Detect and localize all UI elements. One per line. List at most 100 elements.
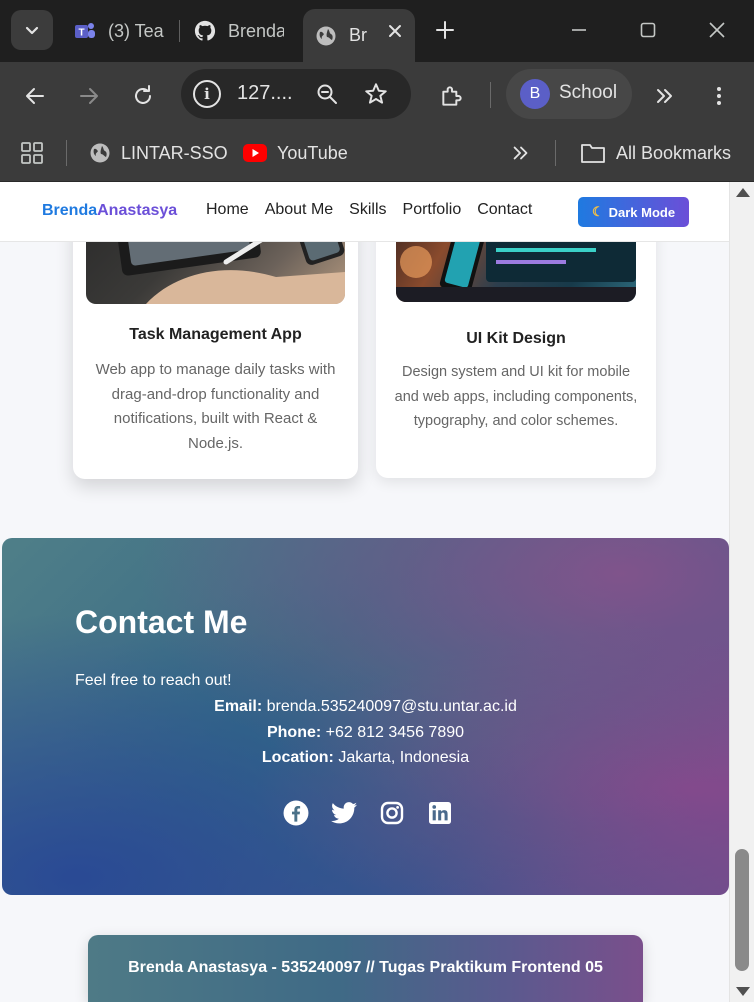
new-tab-icon[interactable] [433,18,457,42]
footer: Brenda Anastasya - 535240097 // Tugas Pr… [88,935,643,1002]
apps-button[interactable] [20,138,44,168]
back-button[interactable] [21,82,49,110]
close-window-icon[interactable] [707,20,727,40]
portfolio-card[interactable]: Task Management App Web app to manage da… [73,202,358,479]
scrollbar-thumb[interactable] [735,849,749,971]
all-bookmarks-button[interactable]: All Bookmarks [580,138,731,168]
scroll-up-arrow-icon[interactable] [736,188,750,197]
youtube-icon [243,144,267,162]
maximize-icon[interactable] [638,20,658,40]
scroll-down-arrow-icon[interactable] [736,987,750,996]
nav-about-me[interactable]: About Me [265,201,333,219]
bookmark-separator [66,140,67,166]
puzzle-icon [442,86,462,106]
arrow-left-icon [26,88,44,104]
contact-section: Contact Me Feel free to reach out! Email… [2,538,729,895]
toolbar-divider [490,82,491,108]
instagram-icon[interactable] [379,800,405,826]
location-label: Location: [261,749,334,766]
bookmark-separator [555,140,556,166]
svg-text:T: T [78,28,84,39]
avatar: B [520,79,550,109]
tab-github[interactable]: Brenda [194,9,284,53]
bookmarks-overflow-button[interactable] [510,138,532,168]
card-title: Task Management App [129,326,302,343]
reload-button[interactable] [129,82,157,110]
teams-icon: T [74,20,96,42]
location-value: Jakarta, Indonesia [338,749,470,766]
bookmark-youtube[interactable]: YouTube [243,138,348,168]
page-scrollbar[interactable] [729,182,754,1002]
nav-contact[interactable]: Contact [477,201,532,219]
profile-label: School [559,82,618,103]
folder-icon [580,142,606,164]
kebab-menu-icon [717,87,721,105]
portfolio-card[interactable]: UI Kit Design Design system and UI kit f… [376,202,656,478]
address-bar[interactable]: i 127.... [181,69,411,119]
bookmark-star-icon[interactable] [363,81,389,107]
card-description: Web app to manage daily tasks with drag-… [95,361,336,452]
contact-phone: Phone: +62 812 3456 7890 [2,724,729,742]
nav-skills[interactable]: Skills [349,201,386,219]
tab-separator [179,20,180,42]
tab-title: (3) Teams [108,20,164,41]
all-bookmarks-label: All Bookmarks [616,142,732,163]
profile-button[interactable]: B School [506,69,632,119]
tab-title: Br [349,25,367,45]
reload-icon [135,85,151,104]
bookmarks-bar: LINTAR-SSO YouTube All Bookmarks [0,128,754,182]
nav-menu: Home About Me Skills Portfolio Contact [206,201,532,219]
email-label: Email: [214,698,263,715]
brand-first: Brenda [42,202,98,219]
double-chevron-right-icon [657,89,672,103]
dark-mode-label: Dark Mode [608,204,676,220]
extensions-button[interactable] [438,82,466,110]
tab-search-button[interactable] [11,10,53,50]
chevron-down-icon [25,26,39,35]
site-navbar: BrendaAnastasya Home About Me Skills Por… [0,182,729,242]
bookmark-label: LINTAR-SSO [121,142,228,163]
social-links [283,800,453,826]
moon-icon: ☾ [591,204,604,219]
brand-second: Anastasya [97,202,178,219]
card-title: UI Kit Design [466,330,566,347]
tab-active[interactable]: Br [303,9,415,62]
phone-label: Phone: [266,724,322,741]
globe-icon [89,142,111,164]
tab-strip: T (3) Teams Brenda Br [0,0,754,62]
card-description: Design system and UI kit for mobile and … [394,364,638,429]
bookmark-lintar-sso[interactable]: LINTAR-SSO [89,138,228,168]
facebook-icon[interactable] [283,800,309,826]
contact-email: Email: brenda.535240097@stu.untar.ac.id [2,698,729,716]
tab-teams[interactable]: T (3) Teams [74,9,164,53]
bookmark-label: YouTube [277,142,348,163]
globe-icon [315,25,337,47]
email-value[interactable]: brenda.535240097@stu.untar.ac.id [267,698,517,715]
arrow-right-icon [80,88,98,104]
forward-button[interactable] [75,82,103,110]
double-chevron-right-icon [513,146,528,160]
github-icon [194,20,216,42]
browser-toolbar: i 127.... B School [0,62,754,128]
footer-text: Brenda Anastasya - 535240097 // Tugas Pr… [128,959,603,976]
nav-portfolio[interactable]: Portfolio [403,201,462,219]
tab-title: Brenda [228,20,284,41]
menu-button[interactable] [705,82,733,110]
section-heading: Contact Me [75,604,248,640]
zoom-icon[interactable] [315,82,339,106]
dark-mode-button[interactable]: ☾ Dark Mode [578,197,689,227]
contact-intro: Feel free to reach out! [75,672,232,689]
phone-value: +62 812 3456 7890 [325,724,465,741]
linkedin-icon[interactable] [427,800,453,826]
site-info-icon[interactable]: i [193,80,221,108]
url-text[interactable]: 127.... [237,82,293,105]
more-tools-button[interactable] [651,82,679,110]
site-logo[interactable]: BrendaAnastasya [42,202,177,220]
minimize-icon[interactable] [569,20,589,40]
twitter-icon[interactable] [331,800,357,826]
nav-home[interactable]: Home [206,201,249,219]
apps-grid-icon [21,142,43,164]
page-viewport: Task Management App Web app to manage da… [0,182,729,1002]
close-icon[interactable] [387,23,403,39]
contact-location: Location: Jakarta, Indonesia [2,749,729,767]
